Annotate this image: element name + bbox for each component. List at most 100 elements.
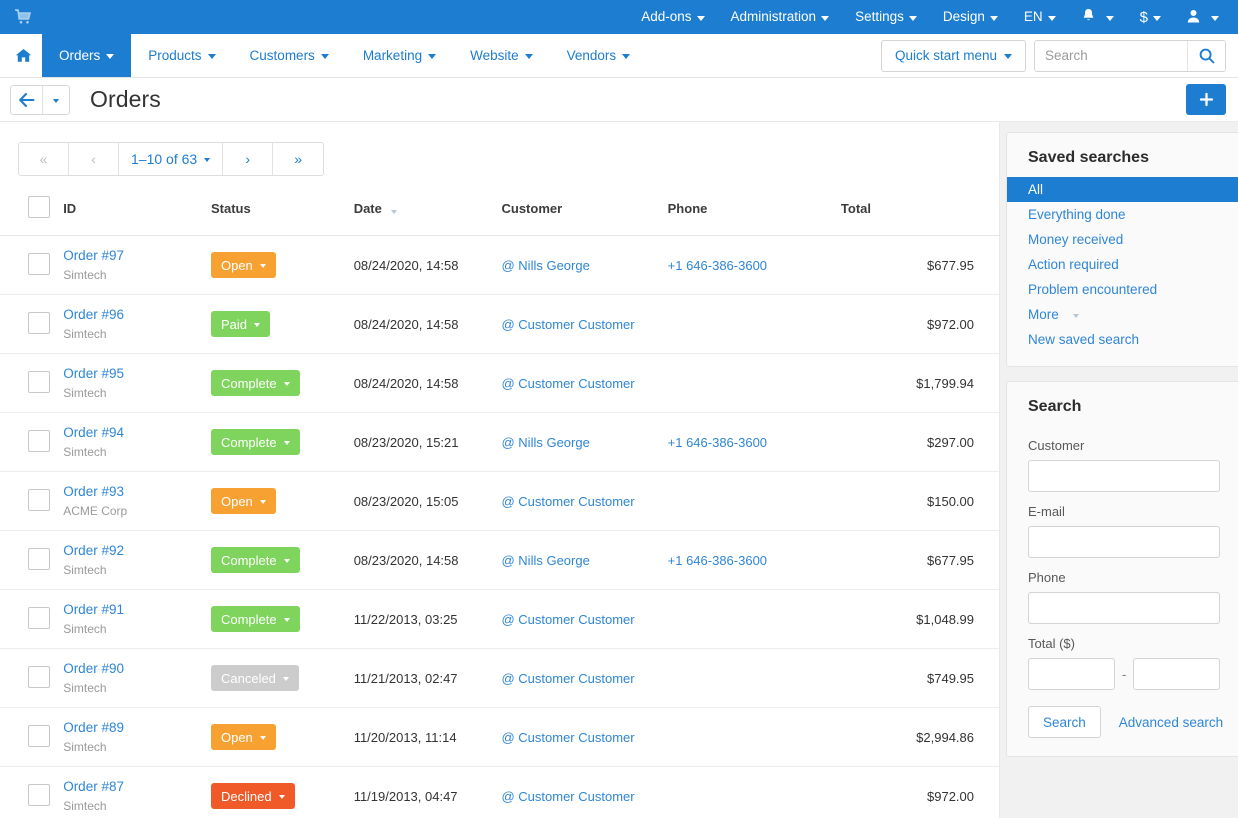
status-badge[interactable]: Open xyxy=(211,252,276,278)
order-link[interactable]: Order #95 xyxy=(63,366,211,381)
table-row[interactable]: Order #95 Simtech Complete 08/24/2020, 1… xyxy=(0,354,999,413)
select-all-checkbox[interactable] xyxy=(28,196,50,218)
table-row[interactable]: Order #87 Simtech Declined 11/19/2013, 0… xyxy=(0,767,999,818)
total-to-field[interactable] xyxy=(1133,658,1220,690)
search-submit-button[interactable]: Search xyxy=(1028,706,1101,738)
pagination-prev-button[interactable]: ‹ xyxy=(69,143,119,175)
phone-field[interactable] xyxy=(1028,592,1220,624)
nav-home-icon[interactable] xyxy=(4,34,42,77)
row-checkbox[interactable] xyxy=(28,784,50,806)
order-link[interactable]: Order #93 xyxy=(63,484,211,499)
arrow-left-icon[interactable] xyxy=(11,86,42,114)
top-menu-addons[interactable]: Add-ons xyxy=(628,3,717,31)
saved-search-item-all[interactable]: All xyxy=(1007,177,1238,202)
status-badge[interactable]: Open xyxy=(211,488,276,514)
phone-link[interactable]: +1 646-386-3600 xyxy=(668,553,767,568)
nav-item-customers[interactable]: Customers xyxy=(233,34,346,77)
phone-link[interactable]: +1 646-386-3600 xyxy=(668,435,767,450)
status-badge[interactable]: Canceled xyxy=(211,665,299,691)
nav-item-vendors[interactable]: Vendors xyxy=(550,34,648,77)
top-menu-notifications[interactable] xyxy=(1069,1,1127,33)
order-link[interactable]: Order #91 xyxy=(63,602,211,617)
back-dropdown-toggle[interactable] xyxy=(42,86,69,114)
pagination-next-button[interactable]: › xyxy=(223,143,273,175)
top-menu-account[interactable] xyxy=(1174,2,1232,33)
status-badge[interactable]: Complete xyxy=(211,547,300,573)
nav-item-products[interactable]: Products xyxy=(131,34,232,77)
saved-search-item-more[interactable]: More xyxy=(1007,302,1238,327)
nav-item-marketing[interactable]: Marketing xyxy=(346,34,453,77)
customer-link[interactable]: @ Customer Customer xyxy=(501,376,634,391)
order-link[interactable]: Order #97 xyxy=(63,248,211,263)
row-checkbox[interactable] xyxy=(28,371,50,393)
status-badge[interactable]: Paid xyxy=(211,311,270,337)
search-icon[interactable] xyxy=(1187,41,1225,71)
table-row[interactable]: Order #92 Simtech Complete 08/23/2020, 1… xyxy=(0,531,999,590)
row-checkbox[interactable] xyxy=(28,725,50,747)
customer-link[interactable]: @ Nills George xyxy=(501,258,589,273)
row-checkbox[interactable] xyxy=(28,548,50,570)
order-link[interactable]: Order #96 xyxy=(63,307,211,322)
customer-link[interactable]: @ Nills George xyxy=(501,553,589,568)
table-row[interactable]: Order #94 Simtech Complete 08/23/2020, 1… xyxy=(0,413,999,472)
row-checkbox[interactable] xyxy=(28,430,50,452)
column-customer[interactable]: Customer xyxy=(501,190,667,236)
status-badge[interactable]: Complete xyxy=(211,370,300,396)
column-total[interactable]: Total xyxy=(841,190,999,236)
column-id[interactable]: ID xyxy=(63,190,211,236)
search-input[interactable] xyxy=(1035,41,1187,71)
customer-link[interactable]: @ Nills George xyxy=(501,435,589,450)
order-link[interactable]: Order #89 xyxy=(63,720,211,735)
saved-search-item-new[interactable]: New saved search xyxy=(1007,327,1238,352)
status-badge[interactable]: Complete xyxy=(211,429,300,455)
table-row[interactable]: Order #96 Simtech Paid 08/24/2020, 14:58… xyxy=(0,295,999,354)
table-row[interactable]: Order #97 Simtech Open 08/24/2020, 14:58… xyxy=(0,236,999,295)
add-order-button[interactable] xyxy=(1186,84,1226,115)
top-menu-administration[interactable]: Administration xyxy=(718,3,843,31)
table-row[interactable]: Order #93 ACME Corp Open 08/23/2020, 15:… xyxy=(0,472,999,531)
saved-search-item-money-received[interactable]: Money received xyxy=(1007,227,1238,252)
row-checkbox[interactable] xyxy=(28,489,50,511)
column-phone[interactable]: Phone xyxy=(668,190,841,236)
top-menu-language[interactable]: EN xyxy=(1011,3,1069,31)
customer-link[interactable]: @ Customer Customer xyxy=(501,494,634,509)
row-checkbox[interactable] xyxy=(28,666,50,688)
saved-search-item-everything-done[interactable]: Everything done xyxy=(1007,202,1238,227)
customer-link[interactable]: @ Customer Customer xyxy=(501,612,634,627)
saved-search-item-action-required[interactable]: Action required xyxy=(1007,252,1238,277)
order-link[interactable]: Order #87 xyxy=(63,779,211,794)
row-checkbox[interactable] xyxy=(28,607,50,629)
email-field[interactable] xyxy=(1028,526,1220,558)
cart-icon[interactable] xyxy=(14,7,36,27)
column-date[interactable]: Date xyxy=(354,190,502,236)
table-row[interactable]: Order #91 Simtech Complete 11/22/2013, 0… xyxy=(0,590,999,649)
customer-link[interactable]: @ Customer Customer xyxy=(501,317,634,332)
pagination-first-button[interactable]: « xyxy=(19,143,69,175)
status-badge[interactable]: Complete xyxy=(211,606,300,632)
advanced-search-link[interactable]: Advanced search xyxy=(1119,715,1223,730)
customer-link[interactable]: @ Customer Customer xyxy=(501,730,634,745)
table-row[interactable]: Order #90 Simtech Canceled 11/21/2013, 0… xyxy=(0,649,999,708)
status-badge[interactable]: Open xyxy=(211,724,276,750)
row-checkbox[interactable] xyxy=(28,253,50,275)
order-link[interactable]: Order #92 xyxy=(63,543,211,558)
table-row[interactable]: Order #89 Simtech Open 11/20/2013, 11:14… xyxy=(0,708,999,767)
column-status[interactable]: Status xyxy=(211,190,354,236)
phone-link[interactable]: +1 646-386-3600 xyxy=(668,258,767,273)
customer-link[interactable]: @ Customer Customer xyxy=(501,789,634,804)
order-link[interactable]: Order #94 xyxy=(63,425,211,440)
order-link[interactable]: Order #90 xyxy=(63,661,211,676)
top-menu-settings[interactable]: Settings xyxy=(842,3,930,31)
pagination-last-button[interactable]: » xyxy=(273,143,323,175)
pagination-range-dropdown[interactable]: 1–10 of 63 xyxy=(119,143,223,175)
customer-link[interactable]: @ Customer Customer xyxy=(501,671,634,686)
customer-field[interactable] xyxy=(1028,460,1220,492)
top-menu-design[interactable]: Design xyxy=(930,3,1011,31)
status-badge[interactable]: Declined xyxy=(211,783,295,809)
top-menu-currency[interactable]: $ xyxy=(1127,3,1174,32)
quick-start-menu-button[interactable]: Quick start menu xyxy=(881,40,1026,72)
saved-search-item-problem-encountered[interactable]: Problem encountered xyxy=(1007,277,1238,302)
nav-item-website[interactable]: Website xyxy=(453,34,550,77)
total-from-field[interactable] xyxy=(1028,658,1115,690)
nav-item-orders[interactable]: Orders xyxy=(42,34,131,77)
